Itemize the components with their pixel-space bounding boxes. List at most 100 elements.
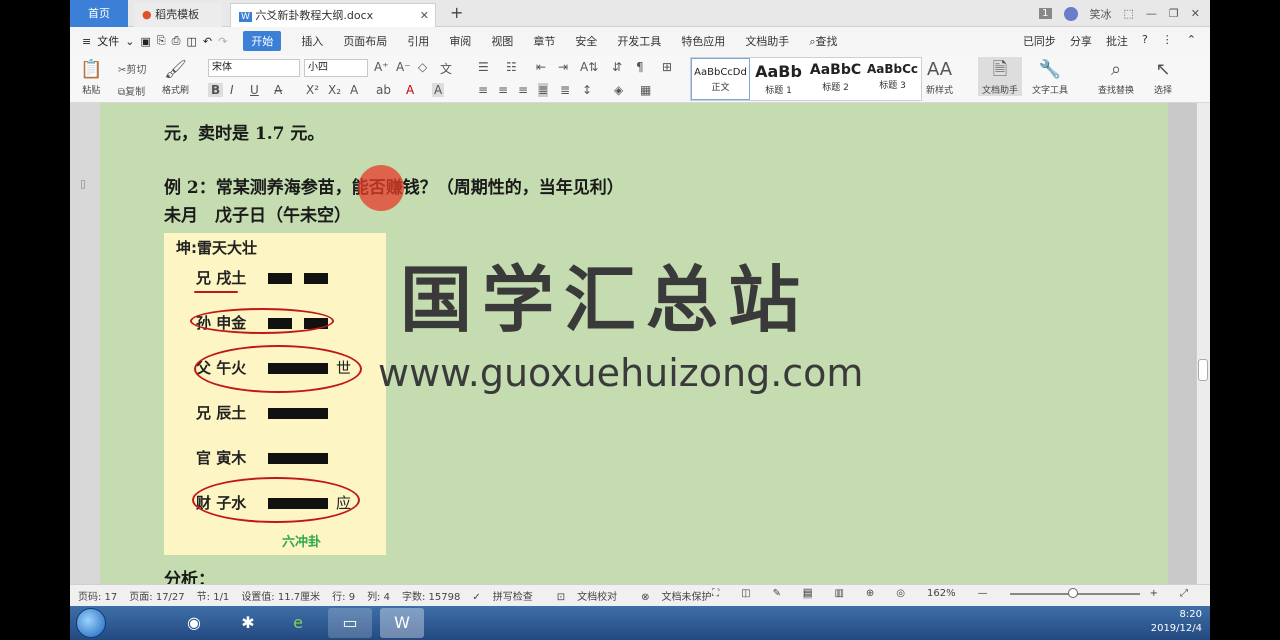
justify-icon[interactable]: ≣ (538, 83, 549, 97)
user-avatar[interactable] (1063, 6, 1078, 21)
print-icon[interactable]: ⎙ (172, 34, 181, 48)
strikethrough-button[interactable]: A̶ (274, 83, 282, 97)
numbered-list-icon[interactable]: ☷ (506, 60, 517, 74)
minimize-icon[interactable]: — (1146, 7, 1157, 20)
status-pages[interactable]: 页面: 17/27 (129, 588, 184, 603)
grow-font-icon[interactable]: A⁺ (374, 60, 389, 74)
doc-helper-button[interactable]: 🗎 文档助手 (978, 57, 1023, 96)
zoom-out-icon[interactable]: — (978, 588, 988, 599)
copy-button[interactable]: ⧉复制 (118, 83, 145, 98)
style-heading3[interactable]: AaBbCc 标题 3 (864, 58, 921, 100)
ie-icon[interactable]: e (276, 608, 320, 638)
page-view-icon[interactable]: ▤ (802, 588, 813, 599)
text-direction-icon[interactable]: A⇅ (580, 60, 598, 74)
style-heading1[interactable]: AaBb 标题 1 (750, 58, 807, 100)
start-button[interactable] (76, 608, 106, 638)
border-icon[interactable]: ▦ (640, 83, 651, 97)
outline-icon[interactable]: ▥ (834, 588, 843, 599)
zoom-level[interactable]: 162% (927, 588, 956, 599)
align-right-icon[interactable]: ≡ (518, 83, 528, 97)
web-view-icon[interactable]: ⊕ (866, 588, 874, 599)
restore-icon[interactable]: ❐ (1169, 7, 1179, 20)
status-page-code[interactable]: 页码: 17 (78, 588, 117, 603)
chevron-down-icon[interactable]: ⌄ (125, 35, 134, 48)
shading-icon[interactable]: ◈ (614, 83, 623, 97)
status-chars[interactable]: 字数: 15798 (402, 588, 460, 603)
menu-doc-assistant[interactable]: 文档助手 (745, 33, 789, 49)
fullscreen-icon[interactable]: ⛶ (712, 588, 719, 599)
superscript-button[interactable]: X² (306, 83, 319, 97)
shrink-font-icon[interactable]: A⁻ (396, 60, 411, 74)
cut-button[interactable]: ✂剪切 (118, 61, 146, 76)
vertical-scrollbar[interactable] (1196, 103, 1210, 584)
share-button[interactable]: 分享 (1070, 33, 1092, 49)
proofread-button[interactable]: ⊡ 文档校对 (557, 588, 629, 603)
write-mode-icon[interactable]: ✎ (773, 588, 781, 599)
align-left-icon[interactable]: ≡ (478, 83, 488, 97)
chrome-icon[interactable]: ◉ (172, 608, 216, 638)
table-icon[interactable]: ⊞ (662, 60, 672, 74)
underline-button[interactable]: U (250, 83, 259, 97)
paste-button[interactable]: 📋 粘贴 (80, 57, 102, 96)
close-tab-icon[interactable]: ✕ (420, 4, 429, 28)
scrollbar-thumb[interactable] (1198, 359, 1208, 381)
italic-button[interactable]: I (230, 83, 234, 97)
bullet-list-icon[interactable]: ☰ (478, 60, 489, 74)
tool-icon[interactable]: ✱ (226, 608, 270, 638)
distributed-icon[interactable]: ≣ (560, 83, 570, 97)
select-button[interactable]: ↖ 选择 (1154, 57, 1172, 96)
sync-status[interactable]: 已同步 (1023, 33, 1056, 49)
menu-developer[interactable]: 开发工具 (617, 33, 661, 49)
menu-file[interactable]: 文件 (97, 33, 119, 49)
new-tab-button[interactable]: + (450, 3, 463, 22)
pinyin-icon[interactable]: 文 (440, 60, 452, 77)
spell-check-button[interactable]: ✓ 拼写检查 (472, 588, 544, 603)
line-spacing-icon[interactable]: ↕ (582, 83, 592, 97)
eye-care-icon[interactable]: ◎ (896, 588, 905, 599)
clear-format-icon[interactable]: ◇ (418, 60, 427, 74)
bold-button[interactable]: B (208, 83, 224, 97)
subscript-button[interactable]: X₂ (328, 83, 341, 97)
zoom-in-icon[interactable]: + (1150, 588, 1158, 599)
system-tray[interactable]: 8:20 2019/12/4 (1151, 608, 1202, 636)
save-icon[interactable]: ▣ (140, 35, 150, 48)
close-window-icon[interactable]: ✕ (1191, 7, 1200, 20)
find-replace-button[interactable]: ⌕ 查找替换 (1098, 57, 1134, 96)
skin-icon[interactable]: ⬚ (1124, 7, 1134, 20)
document-page[interactable]: 元，卖时是 1.7 元。 例 2：常某测养海参苗，能否赚钱？（周期性的，当年见利… (100, 103, 1168, 584)
text-tools-button[interactable]: 🔧 文字工具 (1032, 57, 1068, 96)
menu-layout[interactable]: 页面布局 (343, 33, 387, 49)
align-center-icon[interactable]: ≡ (498, 83, 508, 97)
menu-search[interactable]: ⌕查找 (809, 33, 837, 49)
undo-icon[interactable]: ↶ (203, 35, 212, 48)
export-icon[interactable]: ⎘ (157, 34, 166, 48)
font-color-button[interactable]: A (406, 83, 414, 97)
char-shading-button[interactable]: A (432, 83, 445, 97)
menu-references[interactable]: 引用 (407, 33, 429, 49)
menu-features[interactable]: 特色应用 (681, 33, 725, 49)
font-size-select[interactable]: 小四 (304, 59, 368, 77)
outdent-icon[interactable]: ⇤ (536, 60, 546, 74)
font-effect-button[interactable]: A (350, 83, 358, 97)
zoom-slider-knob[interactable] (1067, 587, 1078, 598)
new-style-button[interactable]: AA 新样式 (926, 57, 953, 96)
collapse-ribbon-icon[interactable]: ⌃ (1187, 33, 1196, 49)
tab-template[interactable]: ● 稻壳模板 (134, 3, 222, 27)
user-name[interactable]: 笑冰 (1090, 6, 1112, 22)
explorer-icon[interactable]: ▭ (328, 608, 372, 638)
zoom-slider[interactable] (1009, 587, 1140, 598)
tab-home[interactable]: 首页 (70, 0, 128, 27)
fit-icon[interactable]: ⤢ (1180, 588, 1188, 599)
more-icon[interactable]: ⋮ (1162, 33, 1173, 49)
indent-icon[interactable]: ⇥ (558, 60, 568, 74)
read-mode-icon[interactable]: ◫ (741, 588, 750, 599)
font-name-select[interactable]: 宋体 (208, 59, 300, 77)
show-marks-icon[interactable]: ¶ (636, 60, 644, 74)
wps-writer-taskbar-icon[interactable]: W (380, 608, 424, 638)
highlight-button[interactable]: ab (376, 83, 391, 97)
preview-icon[interactable]: ◫ (186, 35, 196, 48)
menu-security[interactable]: 安全 (575, 33, 597, 49)
help-button[interactable]: ? (1142, 33, 1148, 49)
style-heading2[interactable]: AaBbC 标题 2 (807, 58, 864, 100)
format-painter-button[interactable]: 🖌 格式刷 (162, 57, 189, 96)
